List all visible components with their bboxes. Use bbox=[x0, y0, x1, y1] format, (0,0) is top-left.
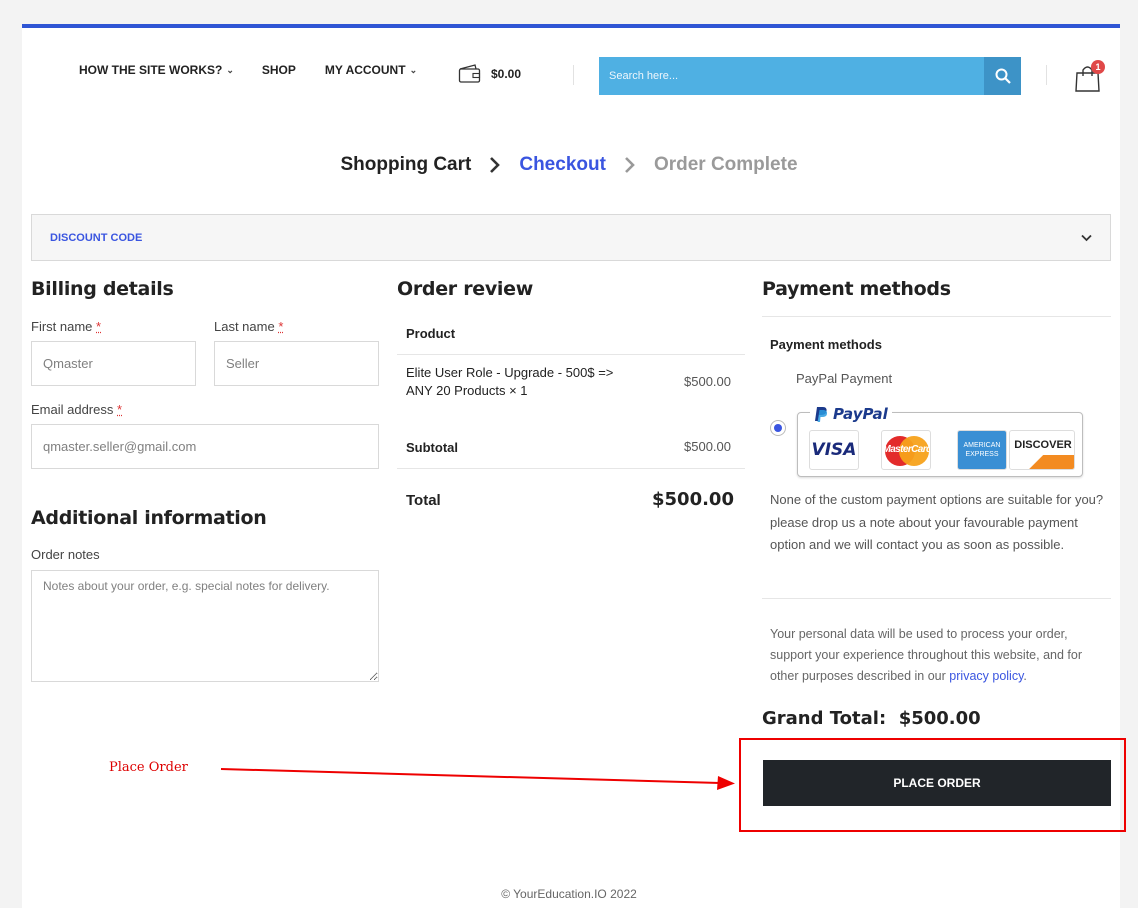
privacy-text: Your personal data will be used to proce… bbox=[770, 624, 1110, 687]
subtotal-value: $500.00 bbox=[684, 439, 731, 454]
top-accent-line bbox=[22, 24, 1120, 28]
wallet-icon bbox=[458, 64, 481, 83]
divider bbox=[1046, 65, 1047, 85]
chevron-down-icon: ⌄ bbox=[409, 64, 418, 75]
discover-card-icon: DISCOVER bbox=[1009, 430, 1075, 470]
product-name: Elite User Role - Upgrade - 500$ => ANY … bbox=[406, 364, 613, 400]
last-name-label: Last name * bbox=[214, 319, 283, 334]
grand-total-label: Grand Total: bbox=[762, 708, 887, 729]
mastercard-text: MasterCard bbox=[882, 444, 931, 455]
chevron-right-icon bbox=[489, 157, 501, 173]
wallet-balance: $0.00 bbox=[491, 66, 522, 81]
first-name-field[interactable] bbox=[31, 341, 196, 386]
place-order-button[interactable]: PLACE ORDER bbox=[763, 760, 1111, 806]
paypal-brand-text: PayPal bbox=[833, 405, 888, 423]
footer-copyright: © YourEducation.IO 2022 bbox=[501, 887, 637, 901]
label-text: Email address bbox=[31, 402, 114, 417]
amex-text: AMERICAN EXPRESS bbox=[963, 442, 1001, 458]
wallet[interactable]: $0.00 bbox=[458, 64, 521, 83]
main-nav: HOW THE SITE WORKS? ⌄ SHOP MY ACCOUNT ⌄ bbox=[79, 63, 417, 77]
discover-text: DISCOVER bbox=[1014, 439, 1072, 451]
payment-subtitle: Payment methods bbox=[770, 337, 882, 352]
additional-info-title: Additional information bbox=[31, 507, 267, 529]
discount-code-label: DISCOUNT CODE bbox=[50, 231, 143, 244]
label-text: First name bbox=[31, 319, 93, 334]
required-mark: * bbox=[96, 319, 102, 334]
first-name-label: First name * bbox=[31, 319, 101, 334]
visa-text: VISA bbox=[811, 440, 857, 460]
required-mark: * bbox=[117, 402, 123, 417]
product-header: Product bbox=[406, 326, 456, 341]
order-notes-label: Order notes bbox=[31, 547, 100, 562]
custom-payment-note: None of the custom payment options are s… bbox=[770, 492, 1104, 552]
divider bbox=[762, 316, 1111, 317]
cart-button[interactable]: 1 bbox=[1074, 60, 1106, 92]
step-shopping-cart[interactable]: Shopping Cart bbox=[340, 154, 471, 176]
required-mark: * bbox=[278, 319, 284, 334]
mastercard-icon: MasterCard bbox=[881, 430, 931, 470]
privacy-period: . bbox=[1023, 669, 1027, 683]
chevron-right-icon bbox=[624, 157, 636, 173]
email-label: Email address * bbox=[31, 402, 122, 417]
product-line: ANY 20 Products × 1 bbox=[406, 383, 528, 398]
order-review-title: Order review bbox=[397, 278, 533, 300]
last-name-field[interactable] bbox=[214, 341, 379, 386]
nav-label: HOW THE SITE WORKS? bbox=[79, 63, 223, 77]
search-icon bbox=[995, 68, 1011, 84]
privacy-body: Your personal data will be used to proce… bbox=[770, 627, 1082, 683]
checkout-steps: Shopping Cart Checkout Order Complete bbox=[0, 154, 1138, 176]
divider bbox=[397, 354, 745, 355]
cart-count-badge: 1 bbox=[1091, 60, 1105, 74]
annotation-label: Place Order bbox=[109, 760, 188, 775]
order-notes-field[interactable] bbox=[31, 570, 379, 682]
grand-total-value: $500.00 bbox=[898, 708, 981, 729]
search-button[interactable] bbox=[984, 57, 1021, 95]
radio-dot bbox=[774, 424, 782, 432]
total-label: Total bbox=[406, 492, 441, 509]
search-bar bbox=[599, 57, 1021, 95]
visa-card-icon: VISA bbox=[809, 430, 859, 470]
label-text: Last name bbox=[214, 319, 275, 334]
nav-how-site-works[interactable]: HOW THE SITE WORKS? ⌄ bbox=[79, 63, 234, 77]
nav-label: MY ACCOUNT bbox=[324, 63, 406, 77]
paypal-method-label: PayPal Payment bbox=[796, 371, 893, 386]
subtotal-label: Subtotal bbox=[406, 440, 458, 455]
step-order-complete: Order Complete bbox=[653, 154, 798, 175]
divider bbox=[397, 468, 745, 469]
paypal-logo-box: PayPal VISA MasterCard AMERICAN EXPRESS … bbox=[797, 405, 1083, 477]
product-line: Elite User Role - Upgrade - 500$ => bbox=[406, 365, 614, 380]
divider bbox=[573, 65, 574, 85]
chevron-down-icon bbox=[1081, 234, 1092, 241]
paypal-icon bbox=[815, 406, 828, 422]
amex-card-icon: AMERICAN EXPRESS bbox=[957, 430, 1007, 470]
billing-title: Billing details bbox=[31, 278, 174, 300]
privacy-policy-link[interactable]: privacy policy bbox=[949, 669, 1023, 683]
grand-total: Grand Total: $500.00 bbox=[762, 708, 981, 729]
paypal-brand: PayPal bbox=[810, 405, 892, 423]
annotation-arrow-icon bbox=[220, 768, 735, 790]
total-value: $500.00 bbox=[652, 489, 734, 510]
discount-code-toggle[interactable]: DISCOUNT CODE bbox=[31, 214, 1111, 261]
divider bbox=[762, 598, 1111, 599]
nav-my-account[interactable]: MY ACCOUNT ⌄ bbox=[325, 63, 417, 77]
paypal-radio[interactable] bbox=[770, 420, 786, 436]
nav-shop[interactable]: SHOP bbox=[262, 63, 296, 77]
product-price: $500.00 bbox=[684, 374, 731, 389]
step-checkout: Checkout bbox=[519, 154, 606, 175]
email-field[interactable] bbox=[31, 424, 379, 469]
payment-title: Payment methods bbox=[762, 278, 951, 300]
chevron-down-icon: ⌄ bbox=[226, 64, 234, 75]
search-input[interactable] bbox=[599, 57, 984, 95]
nav-label: SHOP bbox=[261, 63, 296, 77]
discover-stripe bbox=[1010, 455, 1074, 469]
